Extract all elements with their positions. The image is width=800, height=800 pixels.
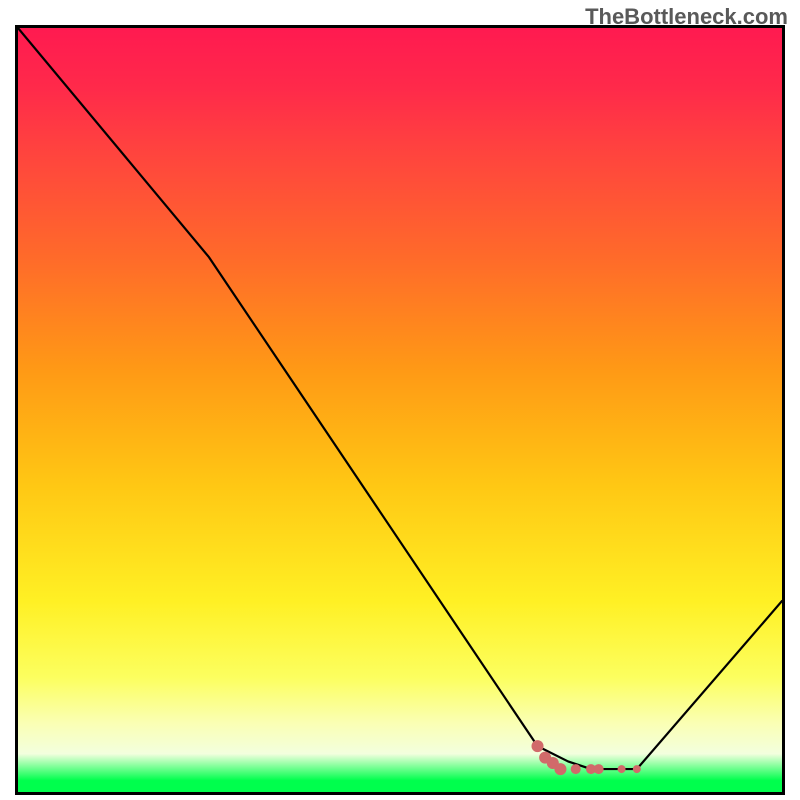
marker-point [633,765,641,773]
watermark-text: TheBottleneck.com [585,4,788,30]
highlight-markers [532,740,641,775]
chart-svg [18,28,782,792]
marker-point [571,764,581,774]
bottleneck-curve-line [18,28,782,769]
marker-point [554,763,566,775]
marker-point [594,764,604,774]
marker-point [618,765,626,773]
marker-point [532,740,544,752]
plot-area [15,25,785,795]
chart-container: TheBottleneck.com [0,0,800,800]
